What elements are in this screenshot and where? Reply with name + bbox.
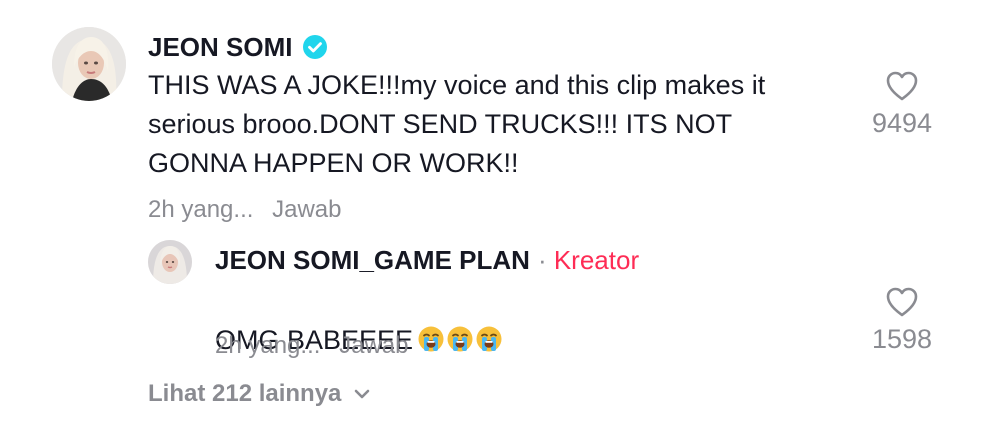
creator-separator: · [537,244,547,275]
loudly-crying-face-icon [447,326,473,352]
comment-thread: JEON SOMI THIS WAS A JOKE!!!my voice and… [0,0,1000,430]
creator-badge: · Kreator [538,245,639,276]
loudly-crying-face-icon [418,326,444,352]
reply-meta: 2h yang... Jawab [215,332,408,360]
heart-icon[interactable] [885,70,919,102]
reply-like: 1598 [852,286,952,355]
reply-to-reply-button[interactable]: Jawab [339,332,408,359]
reply-button[interactable]: Jawab [272,196,341,223]
heart-icon[interactable] [885,286,919,318]
comment-username[interactable]: JEON SOMI [148,32,292,63]
view-more-replies-button[interactable]: Lihat 212 lainnya [148,380,371,408]
comment-like: 9494 [852,70,952,139]
profile-photo-icon [52,27,126,101]
comment-avatar[interactable] [52,27,126,101]
verified-icon [303,35,328,59]
comment-header: JEON SOMI [148,29,328,65]
comment-text: THIS WAS A JOKE!!!my voice and this clip… [148,70,766,178]
reply-username[interactable]: JEON SOMI_GAME PLAN [215,245,530,276]
reply-like-count: 1598 [871,324,933,354]
view-more-label: Lihat 212 lainnya [148,380,342,407]
reply-header: JEON SOMI_GAME PLAN · Kreator [215,242,639,278]
like-count: 9494 [871,108,933,138]
reply-avatar[interactable] [148,240,192,284]
loudly-crying-face-icon [476,326,502,352]
chevron-down-icon [355,389,370,399]
profile-photo-icon [148,240,192,284]
comment-meta: 2h yang... Jawab [148,196,341,224]
comment-timestamp: 2h yang... [148,196,254,223]
emoji-group [417,325,504,353]
reply-timestamp: 2h yang... [215,332,321,359]
creator-label: Kreator [553,244,640,275]
